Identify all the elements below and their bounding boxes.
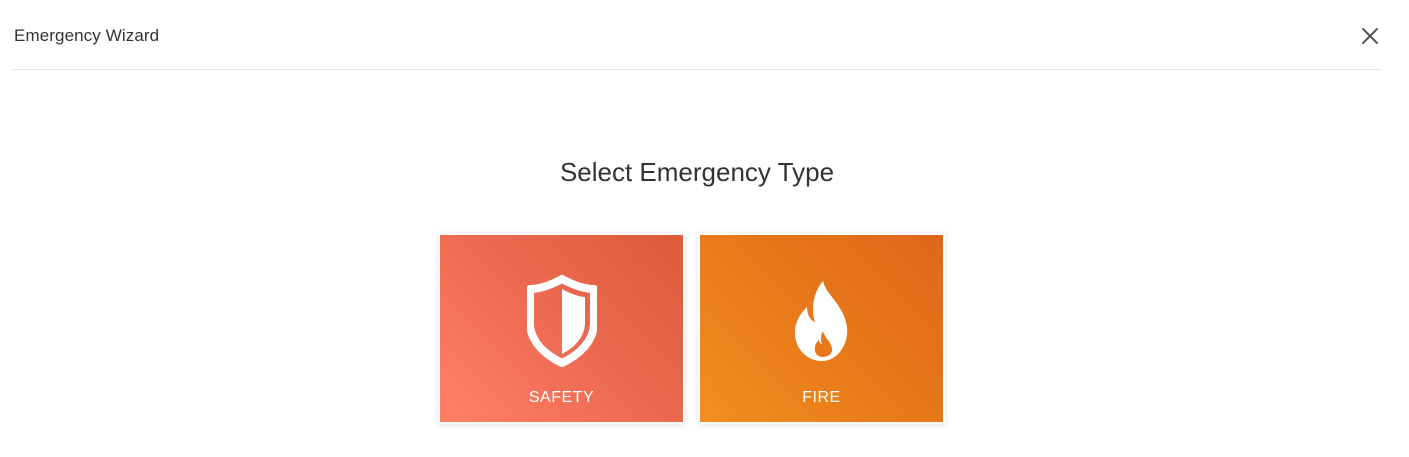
page-title: Select Emergency Type (559, 157, 835, 187)
flame-icon (787, 275, 857, 367)
tile-label: FIRE (802, 389, 841, 406)
close-icon (1362, 28, 1378, 44)
wizard-title: Emergency Wizard (14, 26, 160, 45)
tile-label: SAFETY (528, 389, 595, 406)
emergency-type-safety[interactable]: SAFETY (438, 233, 685, 424)
emergency-type-fire[interactable]: FIRE (698, 233, 945, 424)
close-button[interactable] (1358, 24, 1382, 48)
wizard-header: Emergency Wizard (12, 0, 1382, 70)
shield-icon (526, 275, 597, 367)
